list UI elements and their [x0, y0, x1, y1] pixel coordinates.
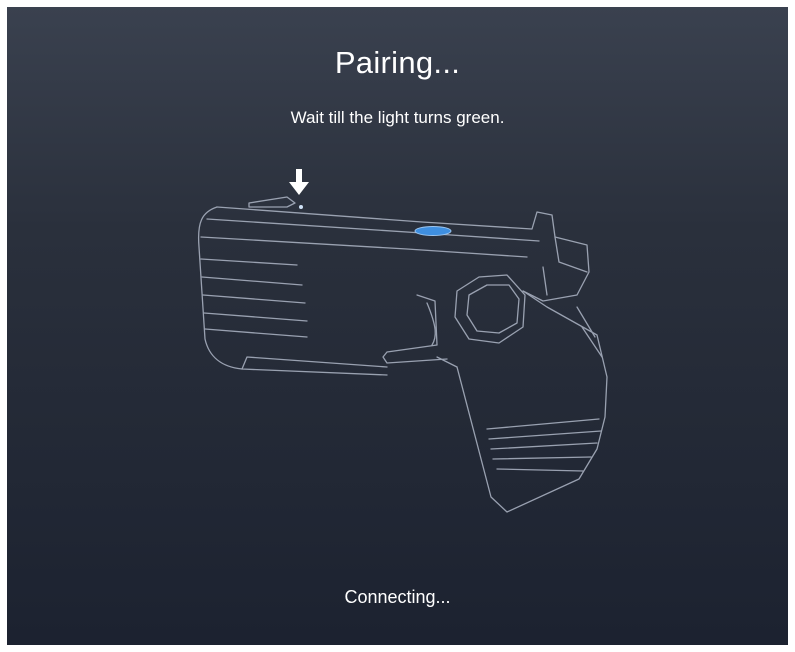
instruction-text: Wait till the light turns green.	[290, 108, 505, 127]
device-illustration	[197, 169, 608, 513]
pairing-screen: Pairing... Wait till the light turns gre…	[7, 7, 788, 645]
status-light-icon	[414, 226, 452, 236]
down-arrow-icon	[289, 169, 309, 195]
page-title: Pairing...	[334, 45, 461, 80]
connection-status: Connecting...	[344, 587, 451, 607]
